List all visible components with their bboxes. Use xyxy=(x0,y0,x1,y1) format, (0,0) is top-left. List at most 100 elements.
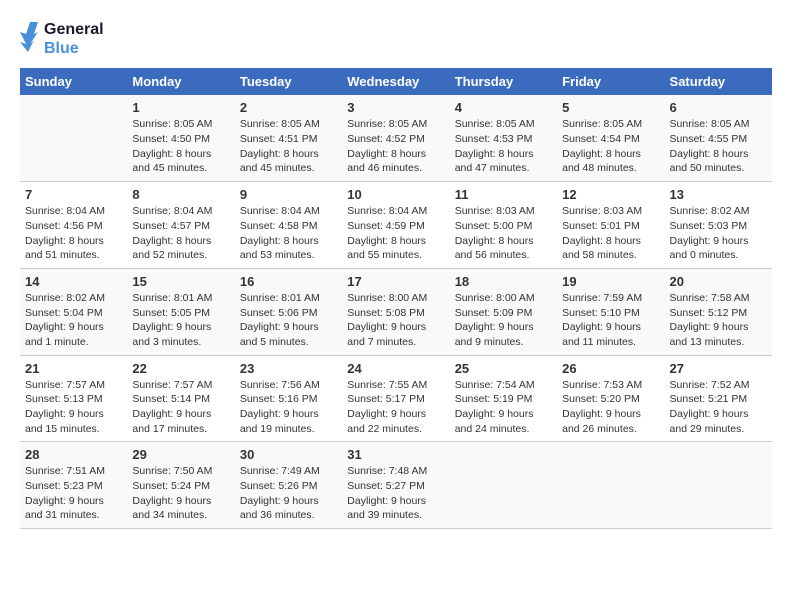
day-info: Sunrise: 7:56 AMSunset: 5:16 PMDaylight:… xyxy=(240,378,337,437)
day-info: Sunrise: 8:03 AMSunset: 5:00 PMDaylight:… xyxy=(455,204,552,263)
day-info: Sunrise: 8:00 AMSunset: 5:09 PMDaylight:… xyxy=(455,291,552,350)
calendar-cell: 24 Sunrise: 7:55 AMSunset: 5:17 PMDayligh… xyxy=(342,355,449,442)
calendar-cell: 31Sunrise: 7:48 AMSunset: 5:27 PMDayligh… xyxy=(342,442,449,529)
day-number: 1 xyxy=(132,100,229,115)
day-info: Sunrise: 7:55 AMSunset: 5:17 PMDaylight:… xyxy=(347,378,444,437)
day-number: 27 xyxy=(670,361,767,376)
weekday-header-tuesday: Tuesday xyxy=(235,68,342,95)
day-number: 10 xyxy=(347,187,444,202)
day-info: Sunrise: 8:04 AMSunset: 4:56 PMDaylight:… xyxy=(25,204,122,263)
day-number: 3 xyxy=(347,100,444,115)
weekday-header-thursday: Thursday xyxy=(450,68,557,95)
day-info: Sunrise: 8:05 AMSunset: 4:50 PMDaylight:… xyxy=(132,117,229,176)
calendar-cell: 4 Sunrise: 8:05 AMSunset: 4:53 PMDaylight… xyxy=(450,95,557,181)
day-number: 16 xyxy=(240,274,337,289)
calendar-week-row: 1 Sunrise: 8:05 AMSunset: 4:50 PMDaylight… xyxy=(20,95,772,181)
day-number: 11 xyxy=(455,187,552,202)
calendar-cell: 23 Sunrise: 7:56 AMSunset: 5:16 PMDayligh… xyxy=(235,355,342,442)
day-number: 25 xyxy=(455,361,552,376)
logo-line1: General xyxy=(44,20,104,39)
calendar-cell: 3 Sunrise: 8:05 AMSunset: 4:52 PMDaylight… xyxy=(342,95,449,181)
calendar-week-row: 21 Sunrise: 7:57 AMSunset: 5:13 PMDayligh… xyxy=(20,355,772,442)
day-info: Sunrise: 8:01 AMSunset: 5:05 PMDaylight:… xyxy=(132,291,229,350)
day-number: 31 xyxy=(347,447,444,462)
day-info: Sunrise: 7:50 AMSunset: 5:24 PMDaylight:… xyxy=(132,464,229,523)
calendar-cell: 13 Sunrise: 8:02 AMSunset: 5:03 PMDayligh… xyxy=(665,182,772,269)
day-number: 15 xyxy=(132,274,229,289)
day-info: Sunrise: 7:53 AMSunset: 5:20 PMDaylight:… xyxy=(562,378,659,437)
calendar-cell xyxy=(665,442,772,529)
day-info: Sunrise: 7:59 AMSunset: 5:10 PMDaylight:… xyxy=(562,291,659,350)
day-info: Sunrise: 8:04 AMSunset: 4:57 PMDaylight:… xyxy=(132,204,229,263)
day-number: 24 xyxy=(347,361,444,376)
day-number: 18 xyxy=(455,274,552,289)
day-number: 7 xyxy=(25,187,122,202)
day-number: 23 xyxy=(240,361,337,376)
day-info: Sunrise: 8:05 AMSunset: 4:55 PMDaylight:… xyxy=(670,117,767,176)
calendar-cell: 1 Sunrise: 8:05 AMSunset: 4:50 PMDaylight… xyxy=(127,95,234,181)
day-info: Sunrise: 8:04 AMSunset: 4:58 PMDaylight:… xyxy=(240,204,337,263)
day-number: 17 xyxy=(347,274,444,289)
calendar-cell: 18 Sunrise: 8:00 AMSunset: 5:09 PMDayligh… xyxy=(450,268,557,355)
calendar-week-row: 28Sunrise: 7:51 AMSunset: 5:23 PMDayligh… xyxy=(20,442,772,529)
day-number: 28 xyxy=(25,447,122,462)
day-number: 5 xyxy=(562,100,659,115)
day-number: 2 xyxy=(240,100,337,115)
calendar-table: SundayMondayTuesdayWednesdayThursdayFrid… xyxy=(20,68,772,529)
calendar-cell: 16 Sunrise: 8:01 AMSunset: 5:06 PMDayligh… xyxy=(235,268,342,355)
day-number: 14 xyxy=(25,274,122,289)
day-info: Sunrise: 8:00 AMSunset: 5:08 PMDaylight:… xyxy=(347,291,444,350)
day-info: Sunrise: 8:05 AMSunset: 4:51 PMDaylight:… xyxy=(240,117,337,176)
day-info: Sunrise: 7:52 AMSunset: 5:21 PMDaylight:… xyxy=(670,378,767,437)
calendar-cell xyxy=(20,95,127,181)
calendar-cell: 6Sunrise: 8:05 AMSunset: 4:55 PMDaylight… xyxy=(665,95,772,181)
day-number: 29 xyxy=(132,447,229,462)
calendar-cell: 26 Sunrise: 7:53 AMSunset: 5:20 PMDayligh… xyxy=(557,355,664,442)
weekday-header-row: SundayMondayTuesdayWednesdayThursdayFrid… xyxy=(20,68,772,95)
day-info: Sunrise: 8:05 AMSunset: 4:52 PMDaylight:… xyxy=(347,117,444,176)
logo-bird-icon xyxy=(20,22,38,52)
calendar-cell xyxy=(450,442,557,529)
calendar-cell: 27 Sunrise: 7:52 AMSunset: 5:21 PMDayligh… xyxy=(665,355,772,442)
weekday-header-wednesday: Wednesday xyxy=(342,68,449,95)
day-info: Sunrise: 8:04 AMSunset: 4:59 PMDaylight:… xyxy=(347,204,444,263)
weekday-header-friday: Friday xyxy=(557,68,664,95)
calendar-cell: 29 Sunrise: 7:50 AMSunset: 5:24 PMDayligh… xyxy=(127,442,234,529)
day-number: 12 xyxy=(562,187,659,202)
day-number: 13 xyxy=(670,187,767,202)
calendar-cell: 17 Sunrise: 8:00 AMSunset: 5:08 PMDayligh… xyxy=(342,268,449,355)
day-number: 20 xyxy=(670,274,767,289)
day-info: Sunrise: 8:02 AMSunset: 5:03 PMDaylight:… xyxy=(670,204,767,263)
calendar-week-row: 14 Sunrise: 8:02 AMSunset: 5:04 PMDayligh… xyxy=(20,268,772,355)
day-number: 4 xyxy=(455,100,552,115)
day-info: Sunrise: 8:05 AMSunset: 4:53 PMDaylight:… xyxy=(455,117,552,176)
calendar-cell: 25Sunrise: 7:54 AMSunset: 5:19 PMDayligh… xyxy=(450,355,557,442)
day-number: 8 xyxy=(132,187,229,202)
day-info: Sunrise: 7:49 AMSunset: 5:26 PMDaylight:… xyxy=(240,464,337,523)
day-info: Sunrise: 8:01 AMSunset: 5:06 PMDaylight:… xyxy=(240,291,337,350)
day-number: 30 xyxy=(240,447,337,462)
calendar-cell: 14 Sunrise: 8:02 AMSunset: 5:04 PMDayligh… xyxy=(20,268,127,355)
weekday-header-monday: Monday xyxy=(127,68,234,95)
logo-line2: Blue xyxy=(44,39,104,58)
calendar-cell: 21 Sunrise: 7:57 AMSunset: 5:13 PMDayligh… xyxy=(20,355,127,442)
day-info: Sunrise: 8:02 AMSunset: 5:04 PMDaylight:… xyxy=(25,291,122,350)
day-number: 22 xyxy=(132,361,229,376)
calendar-cell: 20 Sunrise: 7:58 AMSunset: 5:12 PMDayligh… xyxy=(665,268,772,355)
page-header: General Blue xyxy=(20,20,772,58)
calendar-cell: 2 Sunrise: 8:05 AMSunset: 4:51 PMDaylight… xyxy=(235,95,342,181)
day-number: 26 xyxy=(562,361,659,376)
calendar-cell: 7 Sunrise: 8:04 AMSunset: 4:56 PMDaylight… xyxy=(20,182,127,269)
calendar-cell: 10 Sunrise: 8:04 AMSunset: 4:59 PMDayligh… xyxy=(342,182,449,269)
day-number: 21 xyxy=(25,361,122,376)
calendar-cell: 8 Sunrise: 8:04 AMSunset: 4:57 PMDaylight… xyxy=(127,182,234,269)
day-info: Sunrise: 7:57 AMSunset: 5:13 PMDaylight:… xyxy=(25,378,122,437)
logo: General Blue xyxy=(20,20,104,58)
weekday-header-sunday: Sunday xyxy=(20,68,127,95)
day-info: Sunrise: 8:05 AMSunset: 4:54 PMDaylight:… xyxy=(562,117,659,176)
day-number: 19 xyxy=(562,274,659,289)
day-info: Sunrise: 7:58 AMSunset: 5:12 PMDaylight:… xyxy=(670,291,767,350)
calendar-cell: 30 Sunrise: 7:49 AMSunset: 5:26 PMDayligh… xyxy=(235,442,342,529)
day-info: Sunrise: 8:03 AMSunset: 5:01 PMDaylight:… xyxy=(562,204,659,263)
calendar-cell: 22Sunrise: 7:57 AMSunset: 5:14 PMDayligh… xyxy=(127,355,234,442)
